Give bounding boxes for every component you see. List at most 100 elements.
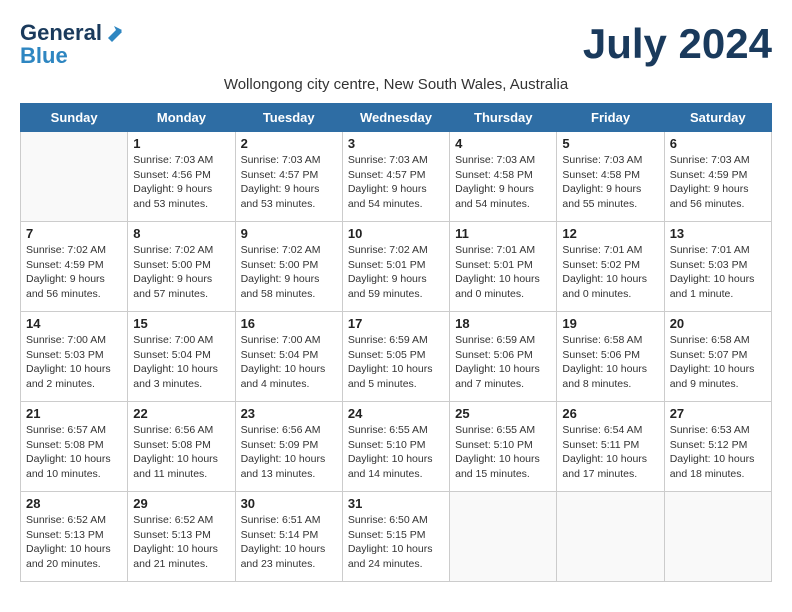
cell-content: Sunrise: 6:53 AM Sunset: 5:12 PM Dayligh… (670, 423, 766, 482)
logo-blue: Blue (20, 46, 68, 66)
day-number: 24 (348, 406, 444, 421)
cell-content: Sunrise: 7:01 AM Sunset: 5:03 PM Dayligh… (670, 243, 766, 302)
day-number: 7 (26, 226, 122, 241)
day-header-friday: Friday (557, 104, 664, 132)
calendar-cell: 9Sunrise: 7:02 AM Sunset: 5:00 PM Daylig… (235, 222, 342, 312)
calendar-cell: 20 Sunrise: 6:58 AM Sunset: 5:07 PM Dayli… (664, 312, 771, 402)
calendar-cell: 31Sunrise: 6:50 AM Sunset: 5:15 PM Dayli… (342, 492, 449, 582)
cell-content: Sunrise: 7:01 AM Sunset: 5:01 PM Dayligh… (455, 243, 551, 302)
calendar-table: SundayMondayTuesdayWednesdayThursdayFrid… (20, 103, 772, 582)
calendar-cell: 11 Sunrise: 7:01 AM Sunset: 5:01 PM Dayli… (450, 222, 557, 312)
day-number: 5 (562, 136, 658, 151)
day-number: 14 (26, 316, 122, 331)
day-number: 26 (562, 406, 658, 421)
subtitle: Wollongong city centre, New South Wales,… (20, 76, 772, 93)
cell-content: Sunrise: 6:57 AM Sunset: 5:08 PM Dayligh… (26, 423, 122, 482)
logo: General Blue (20, 20, 122, 66)
cell-content: Sunrise: 6:55 AM Sunset: 5:10 PM Dayligh… (348, 423, 444, 482)
day-number: 22 (133, 406, 229, 421)
day-number: 13 (670, 226, 766, 241)
cell-content: Sunrise: 6:52 AM Sunset: 5:13 PM Dayligh… (26, 513, 122, 572)
cell-content: Sunrise: 7:03 AM Sunset: 4:59 PM Dayligh… (670, 153, 766, 212)
day-number: 3 (348, 136, 444, 151)
calendar-cell: 12 Sunrise: 7:01 AM Sunset: 5:02 PM Dayli… (557, 222, 664, 312)
calendar-cell (450, 492, 557, 582)
calendar-cell: 13 Sunrise: 7:01 AM Sunset: 5:03 PM Dayli… (664, 222, 771, 312)
calendar-cell: 25Sunrise: 6:55 AM Sunset: 5:10 PM Dayli… (450, 402, 557, 492)
calendar-cell: 8 Sunrise: 7:02 AM Sunset: 5:00 PM Daylig… (128, 222, 235, 312)
cell-content: Sunrise: 7:02 AM Sunset: 5:01 PM Dayligh… (348, 243, 444, 302)
calendar-cell: 30Sunrise: 6:51 AM Sunset: 5:14 PM Dayli… (235, 492, 342, 582)
week-row-3: 14 Sunrise: 7:00 AM Sunset: 5:03 PM Dayli… (21, 312, 772, 402)
cell-content: Sunrise: 6:58 AM Sunset: 5:07 PM Dayligh… (670, 333, 766, 392)
header: General Blue July 2024 (20, 20, 772, 68)
day-number: 18 (455, 316, 551, 331)
calendar-cell: 23 Sunrise: 6:56 AM Sunset: 5:09 PM Dayli… (235, 402, 342, 492)
calendar-cell: 2Sunrise: 7:03 AM Sunset: 4:57 PM Daylig… (235, 132, 342, 222)
cell-content: Sunrise: 7:03 AM Sunset: 4:58 PM Dayligh… (455, 153, 551, 212)
cell-content: Sunrise: 6:59 AM Sunset: 5:05 PM Dayligh… (348, 333, 444, 392)
cell-content: Sunrise: 6:59 AM Sunset: 5:06 PM Dayligh… (455, 333, 551, 392)
day-header-saturday: Saturday (664, 104, 771, 132)
day-number: 11 (455, 226, 551, 241)
day-number: 12 (562, 226, 658, 241)
day-number: 30 (241, 496, 337, 511)
calendar-cell: 18 Sunrise: 6:59 AM Sunset: 5:06 PM Dayli… (450, 312, 557, 402)
day-number: 19 (562, 316, 658, 331)
day-number: 6 (670, 136, 766, 151)
week-row-5: 28Sunrise: 6:52 AM Sunset: 5:13 PM Dayli… (21, 492, 772, 582)
day-number: 10 (348, 226, 444, 241)
calendar-cell: 5 Sunrise: 7:03 AM Sunset: 4:58 PM Daylig… (557, 132, 664, 222)
cell-content: Sunrise: 6:54 AM Sunset: 5:11 PM Dayligh… (562, 423, 658, 482)
calendar-cell: 29Sunrise: 6:52 AM Sunset: 5:13 PM Dayli… (128, 492, 235, 582)
cell-content: Sunrise: 7:03 AM Sunset: 4:57 PM Dayligh… (241, 153, 337, 212)
day-header-wednesday: Wednesday (342, 104, 449, 132)
calendar-cell: 6 Sunrise: 7:03 AM Sunset: 4:59 PM Daylig… (664, 132, 771, 222)
calendar-cell (557, 492, 664, 582)
day-header-thursday: Thursday (450, 104, 557, 132)
month-title: July 2024 (583, 20, 772, 68)
calendar-cell: 14 Sunrise: 7:00 AM Sunset: 5:03 PM Dayli… (21, 312, 128, 402)
day-number: 23 (241, 406, 337, 421)
cell-content: Sunrise: 6:58 AM Sunset: 5:06 PM Dayligh… (562, 333, 658, 392)
day-header-sunday: Sunday (21, 104, 128, 132)
cell-content: Sunrise: 6:55 AM Sunset: 5:10 PM Dayligh… (455, 423, 551, 482)
cell-content: Sunrise: 7:01 AM Sunset: 5:02 PM Dayligh… (562, 243, 658, 302)
calendar-cell: 24 Sunrise: 6:55 AM Sunset: 5:10 PM Dayli… (342, 402, 449, 492)
cell-content: Sunrise: 7:00 AM Sunset: 5:03 PM Dayligh… (26, 333, 122, 392)
day-number: 27 (670, 406, 766, 421)
cell-content: Sunrise: 6:56 AM Sunset: 5:08 PM Dayligh… (133, 423, 229, 482)
calendar-cell: 7 Sunrise: 7:02 AM Sunset: 4:59 PM Daylig… (21, 222, 128, 312)
cell-content: Sunrise: 7:00 AM Sunset: 5:04 PM Dayligh… (133, 333, 229, 392)
cell-content: Sunrise: 7:03 AM Sunset: 4:57 PM Dayligh… (348, 153, 444, 212)
day-number: 8 (133, 226, 229, 241)
calendar-cell: 17 Sunrise: 6:59 AM Sunset: 5:05 PM Dayli… (342, 312, 449, 402)
cell-content: Sunrise: 6:52 AM Sunset: 5:13 PM Dayligh… (133, 513, 229, 572)
calendar-cell: 3 Sunrise: 7:03 AM Sunset: 4:57 PM Daylig… (342, 132, 449, 222)
week-row-4: 21 Sunrise: 6:57 AM Sunset: 5:08 PM Dayli… (21, 402, 772, 492)
calendar-cell: 27 Sunrise: 6:53 AM Sunset: 5:12 PM Dayli… (664, 402, 771, 492)
calendar-cell: 21 Sunrise: 6:57 AM Sunset: 5:08 PM Dayli… (21, 402, 128, 492)
day-number: 17 (348, 316, 444, 331)
day-number: 16 (241, 316, 337, 331)
cell-content: Sunrise: 6:56 AM Sunset: 5:09 PM Dayligh… (241, 423, 337, 482)
cell-content: Sunrise: 7:00 AM Sunset: 5:04 PM Dayligh… (241, 333, 337, 392)
day-number: 4 (455, 136, 551, 151)
week-row-1: 1 Sunrise: 7:03 AM Sunset: 4:56 PM Daylig… (21, 132, 772, 222)
day-number: 9 (241, 226, 337, 241)
day-number: 21 (26, 406, 122, 421)
cell-content: Sunrise: 7:02 AM Sunset: 5:00 PM Dayligh… (133, 243, 229, 302)
calendar-cell (664, 492, 771, 582)
calendar-cell: 16 Sunrise: 7:00 AM Sunset: 5:04 PM Dayli… (235, 312, 342, 402)
day-number: 15 (133, 316, 229, 331)
cell-content: Sunrise: 7:03 AM Sunset: 4:58 PM Dayligh… (562, 153, 658, 212)
cell-content: Sunrise: 6:50 AM Sunset: 5:15 PM Dayligh… (348, 513, 444, 572)
cell-content: Sunrise: 7:03 AM Sunset: 4:56 PM Dayligh… (133, 153, 229, 212)
day-number: 20 (670, 316, 766, 331)
day-header-monday: Monday (128, 104, 235, 132)
cell-content: Sunrise: 7:02 AM Sunset: 4:59 PM Dayligh… (26, 243, 122, 302)
calendar-cell: 22 Sunrise: 6:56 AM Sunset: 5:08 PM Dayli… (128, 402, 235, 492)
day-number: 1 (133, 136, 229, 151)
week-row-2: 7 Sunrise: 7:02 AM Sunset: 4:59 PM Daylig… (21, 222, 772, 312)
calendar-cell: 10 Sunrise: 7:02 AM Sunset: 5:01 PM Dayli… (342, 222, 449, 312)
